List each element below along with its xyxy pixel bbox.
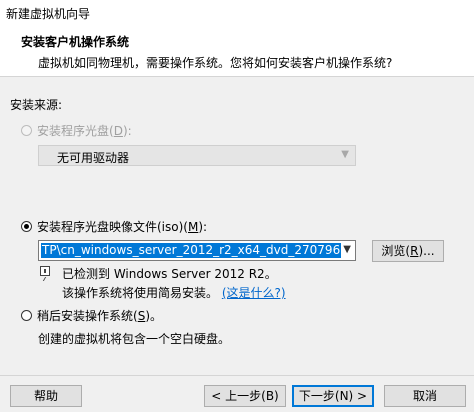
browse-button[interactable]: 浏览(R)...	[372, 240, 444, 262]
help-button[interactable]: 帮助	[10, 385, 82, 407]
window-title: 新建虚拟机向导	[6, 7, 91, 21]
page-title: 安装客户机操作系统	[21, 35, 130, 49]
radio-disc-label: 安装程序光盘(D):	[37, 124, 132, 138]
detect-message: 已检测到 Windows Server 2012 R2。	[62, 267, 277, 281]
chevron-down-icon[interactable]: ▼	[343, 244, 351, 255]
radio-later-label: 稍后安装操作系统(S)。	[37, 309, 162, 323]
radio-iso[interactable]	[21, 221, 32, 232]
info-icon	[40, 266, 50, 276]
next-button[interactable]: 下一步(N) >	[292, 385, 374, 407]
disc-drive-value: 无可用驱动器	[57, 151, 130, 165]
radio-later[interactable]	[21, 310, 32, 321]
disc-drive-dropdown: 无可用驱动器 ▼	[38, 145, 356, 166]
install-source-label: 安装来源:	[10, 98, 63, 112]
iso-path-value[interactable]: TP\cn_windows_server_2012_r2_x64_dvd_270…	[41, 243, 341, 258]
chevron-down-icon: ▼	[341, 149, 349, 160]
cancel-button[interactable]: 取消	[384, 385, 466, 407]
footer-divider	[0, 375, 474, 376]
radio-disc[interactable]	[21, 125, 32, 136]
wizard-header: 安装客户机操作系统 虚拟机如同物理机，需要操作系统。您将如何安装客户机操作系统?	[0, 26, 474, 77]
iso-path-combobox[interactable]: TP\cn_windows_server_2012_r2_x64_dvd_270…	[38, 240, 356, 261]
later-description: 创建的虚拟机将包含一个空白硬盘。	[38, 332, 231, 346]
page-subtitle: 虚拟机如同物理机，需要操作系统。您将如何安装客户机操作系统?	[38, 56, 393, 70]
easy-install-message: 该操作系统将使用简易安装。 (这是什么?)	[62, 286, 286, 300]
title-bar: 新建虚拟机向导	[0, 0, 474, 26]
whats-this-link[interactable]: (这是什么?)	[222, 286, 286, 300]
back-button[interactable]: < 上一步(B)	[204, 385, 286, 407]
radio-iso-label: 安装程序光盘映像文件(iso)(M):	[37, 220, 208, 234]
